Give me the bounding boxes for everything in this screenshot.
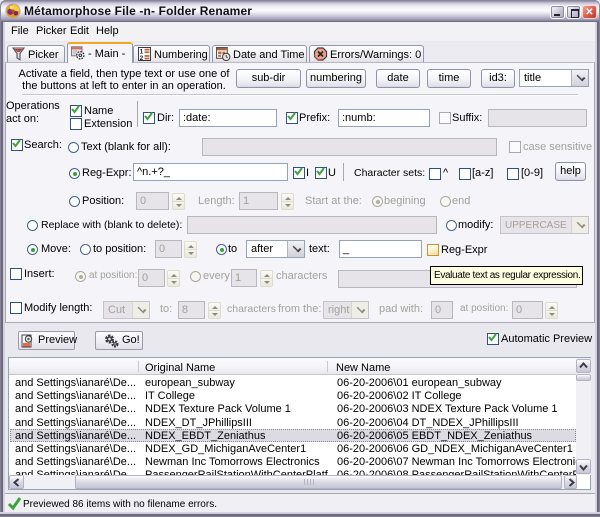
svg-text:2: 2	[140, 55, 144, 61]
